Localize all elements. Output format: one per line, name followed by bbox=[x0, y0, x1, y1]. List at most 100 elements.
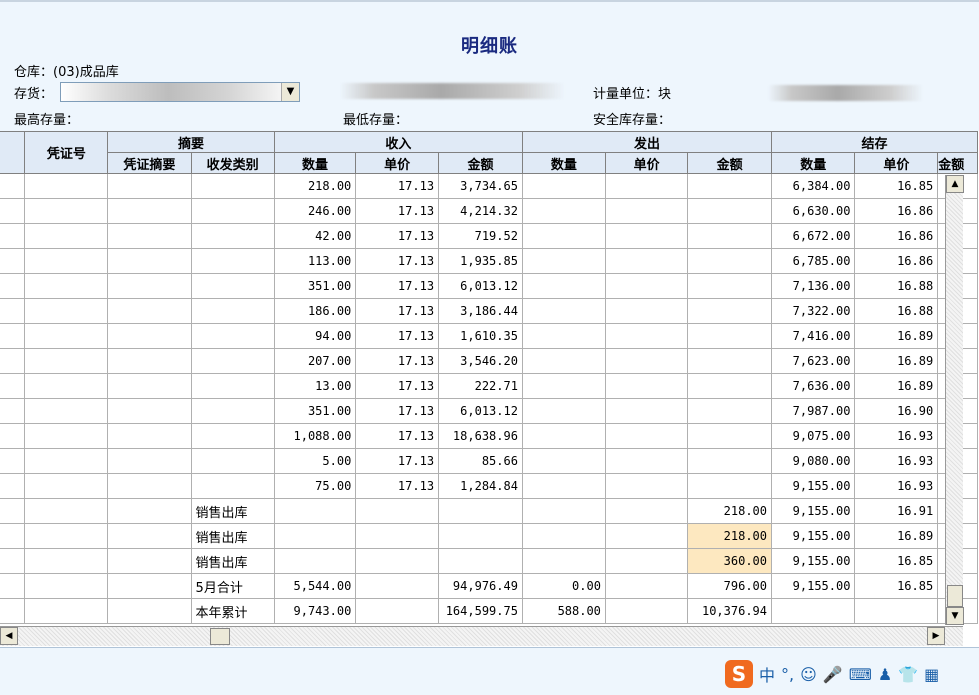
outgo-amount-cell[interactable]: 218.00 bbox=[687, 498, 773, 524]
emoji-icon[interactable]: ☺ bbox=[800, 665, 817, 684]
income-qty-cell[interactable]: 207.00 bbox=[273, 348, 357, 374]
row-header-cell[interactable] bbox=[0, 473, 26, 499]
outgo-amount-cell[interactable] bbox=[687, 323, 773, 349]
row-header-cell[interactable] bbox=[0, 523, 26, 549]
row-header-cell[interactable] bbox=[0, 573, 26, 599]
balance-qty-cell[interactable] bbox=[771, 598, 856, 624]
income-qty-cell[interactable]: 113.00 bbox=[273, 248, 357, 274]
outgo-price-cell[interactable] bbox=[604, 548, 689, 574]
balance-price-cell[interactable]: 16.85 bbox=[854, 573, 939, 599]
table-row[interactable]: 5月合计 5,544.00 94,976.49 0.00 796.00 9,155.00 1… bbox=[0, 573, 978, 599]
income-price-cell[interactable]: 17.13 bbox=[355, 473, 440, 499]
outgo-amount-cell[interactable] bbox=[687, 373, 773, 399]
balance-qty-cell[interactable]: 6,785.00 bbox=[771, 248, 856, 274]
col-voucher-summary[interactable]: 凭证摘要 bbox=[107, 152, 192, 174]
category-cell[interactable]: 本年累计 bbox=[190, 598, 275, 624]
ledger-grid[interactable]: 凭证号 摘要 收入 发出 结存 凭证摘要 收发类别 数量 单价 金额 数量 单价… bbox=[0, 131, 979, 626]
outgo-amount-cell[interactable] bbox=[687, 448, 773, 474]
voucher-summary-cell[interactable] bbox=[107, 348, 192, 374]
category-cell[interactable]: 销售出库 bbox=[190, 548, 275, 574]
outgo-price-cell[interactable] bbox=[604, 373, 689, 399]
voucher-no-cell[interactable] bbox=[24, 348, 109, 374]
voucher-summary-cell[interactable] bbox=[107, 548, 192, 574]
col-outgo-price[interactable]: 单价 bbox=[604, 152, 689, 174]
outgo-qty-cell[interactable] bbox=[521, 373, 606, 399]
table-row[interactable]: 5.00 17.13 85.66 9,080.00 16.93 bbox=[0, 448, 978, 474]
col-summary[interactable]: 摘要 bbox=[107, 131, 275, 153]
outgo-amount-cell[interactable] bbox=[687, 473, 773, 499]
income-amount-cell[interactable] bbox=[438, 498, 523, 524]
outgo-price-cell[interactable] bbox=[604, 298, 689, 324]
income-price-cell[interactable]: 17.13 bbox=[355, 448, 440, 474]
income-amount-cell[interactable]: 18,638.96 bbox=[438, 423, 523, 449]
income-price-cell[interactable]: 17.13 bbox=[355, 173, 440, 199]
outgo-qty-cell[interactable] bbox=[521, 298, 606, 324]
income-amount-cell[interactable]: 719.52 bbox=[438, 223, 523, 249]
income-amount-cell[interactable]: 3,186.44 bbox=[438, 298, 523, 324]
keyboard-icon[interactable]: ⌨ bbox=[849, 665, 872, 684]
table-row[interactable]: 销售出库 218.00 9,155.00 16.89 bbox=[0, 523, 978, 549]
outgo-amount-cell[interactable] bbox=[687, 423, 773, 449]
voucher-no-cell[interactable] bbox=[24, 223, 109, 249]
outgo-qty-cell[interactable] bbox=[521, 473, 606, 499]
balance-price-cell[interactable]: 16.89 bbox=[854, 348, 939, 374]
balance-price-cell[interactable] bbox=[854, 598, 939, 624]
voucher-no-cell[interactable] bbox=[24, 523, 109, 549]
voucher-summary-cell[interactable] bbox=[107, 198, 192, 224]
row-header-cell[interactable] bbox=[0, 423, 26, 449]
horizontal-scroll-thumb[interactable] bbox=[210, 628, 230, 645]
category-cell[interactable] bbox=[190, 348, 275, 374]
row-header-cell[interactable] bbox=[0, 173, 26, 199]
balance-price-cell[interactable]: 16.88 bbox=[854, 298, 939, 324]
income-price-cell[interactable]: 17.13 bbox=[355, 423, 440, 449]
outgo-amount-cell[interactable] bbox=[687, 298, 773, 324]
outgo-price-cell[interactable] bbox=[604, 598, 689, 624]
balance-qty-cell[interactable]: 7,636.00 bbox=[771, 373, 856, 399]
outgo-price-cell[interactable] bbox=[604, 273, 689, 299]
category-cell[interactable] bbox=[190, 223, 275, 249]
outgo-amount-cell[interactable]: 218.00 bbox=[687, 523, 773, 549]
balance-price-cell[interactable]: 16.85 bbox=[854, 548, 939, 574]
inventory-select[interactable]: ▼ bbox=[60, 82, 300, 102]
voucher-no-cell[interactable] bbox=[24, 273, 109, 299]
income-price-cell[interactable] bbox=[355, 573, 440, 599]
scroll-down-button[interactable]: ▼ bbox=[946, 607, 964, 625]
income-price-cell[interactable]: 17.13 bbox=[355, 323, 440, 349]
income-amount-cell[interactable]: 222.71 bbox=[438, 373, 523, 399]
category-cell[interactable] bbox=[190, 248, 275, 274]
voucher-no-cell[interactable] bbox=[24, 573, 109, 599]
voucher-summary-cell[interactable] bbox=[107, 473, 192, 499]
punctuation-icon[interactable]: °, bbox=[781, 665, 794, 684]
income-price-cell[interactable] bbox=[355, 523, 440, 549]
income-qty-cell[interactable]: 13.00 bbox=[273, 373, 357, 399]
row-header-cell[interactable] bbox=[0, 323, 26, 349]
balance-qty-cell[interactable]: 7,136.00 bbox=[771, 273, 856, 299]
table-row[interactable]: 13.00 17.13 222.71 7,636.00 16.89 bbox=[0, 373, 978, 399]
balance-qty-cell[interactable]: 6,630.00 bbox=[771, 198, 856, 224]
income-qty-cell[interactable] bbox=[273, 498, 357, 524]
balance-price-cell[interactable]: 16.91 bbox=[854, 498, 939, 524]
user-icon[interactable]: ♟ bbox=[878, 665, 892, 684]
voucher-summary-cell[interactable] bbox=[107, 248, 192, 274]
balance-price-cell[interactable]: 16.89 bbox=[854, 323, 939, 349]
outgo-qty-cell[interactable] bbox=[521, 323, 606, 349]
col-voucher-no[interactable]: 凭证号 bbox=[24, 131, 109, 174]
voucher-summary-cell[interactable] bbox=[107, 323, 192, 349]
balance-price-cell[interactable]: 16.93 bbox=[854, 448, 939, 474]
vertical-scrollbar[interactable]: ▲ ▼ bbox=[945, 175, 964, 625]
outgo-qty-cell[interactable] bbox=[521, 173, 606, 199]
category-cell[interactable] bbox=[190, 423, 275, 449]
income-qty-cell[interactable] bbox=[273, 548, 357, 574]
income-price-cell[interactable]: 17.13 bbox=[355, 373, 440, 399]
voucher-summary-cell[interactable] bbox=[107, 498, 192, 524]
col-income-price[interactable]: 单价 bbox=[355, 152, 440, 174]
voucher-summary-cell[interactable] bbox=[107, 573, 192, 599]
category-cell[interactable] bbox=[190, 198, 275, 224]
income-price-cell[interactable]: 17.13 bbox=[355, 273, 440, 299]
balance-qty-cell[interactable]: 9,155.00 bbox=[771, 548, 856, 574]
row-header-cell[interactable] bbox=[0, 198, 26, 224]
col-outgo-qty[interactable]: 数量 bbox=[521, 152, 606, 174]
income-price-cell[interactable] bbox=[355, 548, 440, 574]
voucher-no-cell[interactable] bbox=[24, 198, 109, 224]
outgo-qty-cell[interactable] bbox=[521, 248, 606, 274]
